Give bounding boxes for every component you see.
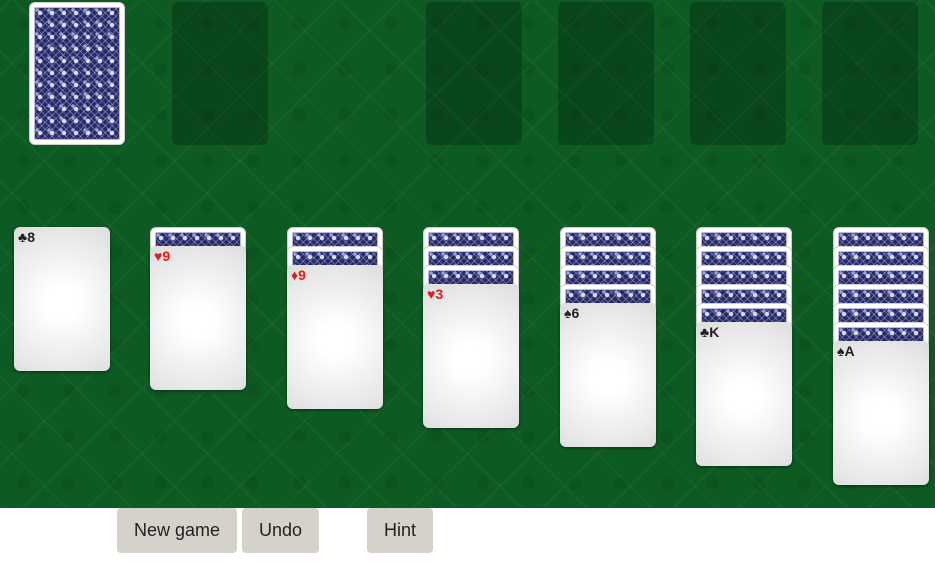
card-rank-label: ♣8 (18, 229, 35, 245)
card-rank-label: ♦9 (291, 267, 306, 283)
new-game-button[interactable]: New game (117, 508, 237, 553)
foundation-slot[interactable] (558, 2, 654, 145)
undo-button[interactable]: Undo (242, 508, 319, 553)
face-up-card[interactable]: ♥9 (150, 246, 246, 390)
card-rank-label: ♥3 (427, 286, 444, 302)
face-up-card[interactable]: ♣8 (14, 227, 110, 371)
face-up-card[interactable]: ♥3 (423, 284, 519, 428)
face-up-card[interactable]: ♣K (696, 322, 792, 466)
foundation-slot[interactable] (172, 2, 268, 145)
card-rank-label: ♠6 (564, 305, 580, 321)
card-back-icon (34, 7, 120, 140)
face-up-card[interactable]: ♠A (833, 341, 929, 485)
card-rank-label: ♥9 (154, 248, 171, 264)
stock-pile[interactable] (29, 2, 125, 145)
foundation-slot[interactable] (690, 2, 786, 145)
face-up-card[interactable]: ♠6 (560, 303, 656, 447)
game-board: ♣8 ♥9 ♦9 ♥3 ♠6 ♣K ♠A (0, 0, 935, 508)
face-up-card[interactable]: ♦9 (287, 265, 383, 409)
card-rank-label: ♣K (700, 324, 720, 340)
foundation-slot[interactable] (426, 2, 522, 145)
card-rank-label: ♠A (837, 343, 855, 359)
hint-button[interactable]: Hint (367, 508, 433, 553)
foundation-slot[interactable] (822, 2, 918, 145)
